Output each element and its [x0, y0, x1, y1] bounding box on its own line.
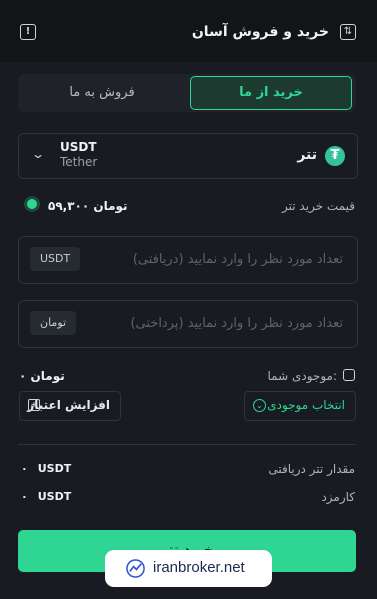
select-balance-button[interactable]: انتخاب موجودی ⌄: [244, 391, 356, 421]
coin-name: تتر: [297, 147, 317, 163]
pay-unit-badge: تومان: [30, 311, 77, 335]
chevron-down-icon: ⌄: [30, 147, 46, 161]
live-indicator-icon: [27, 199, 37, 209]
tab-sell[interactable]: فروش به ما: [22, 76, 182, 110]
balance-value: ۰ تومان: [19, 369, 65, 383]
plus-icon: +: [28, 399, 40, 411]
chevron-down-circle-icon: ⌄: [253, 399, 266, 412]
watermark-text: iranbroker.net: [153, 559, 245, 576]
page-title: خرید و فروش آسان: [191, 24, 329, 40]
received-amount-value: ۰ USDT: [21, 462, 71, 475]
select-balance-label: انتخاب موجودی: [267, 398, 345, 412]
trade-tabs: خرید از ما فروش به ما: [18, 74, 356, 112]
divider: [18, 444, 356, 445]
tether-icon: ₮: [325, 146, 345, 166]
swap-icon: ⇅: [340, 24, 356, 40]
watermark: iranbroker.net: [105, 550, 272, 587]
receive-unit-badge: USDT: [30, 247, 81, 271]
fee-unit: USDT: [37, 490, 72, 503]
fee-label: کارمزد: [321, 490, 355, 504]
received-amount-number: ۰: [21, 462, 28, 475]
tab-buy[interactable]: خرید از ما: [190, 76, 352, 110]
coin-selector[interactable]: ₮ تتر ⌄ USDT Tether: [18, 133, 358, 179]
coin-full-name: Tether: [60, 155, 98, 169]
pay-amount-placeholder: تعداد مورد نظر را وارد نمایید (پرداختی): [130, 316, 343, 331]
pay-amount-field[interactable]: تعداد مورد نظر را وارد نمایید (پرداختی) …: [18, 300, 358, 348]
received-amount-label: مقدار تتر دریافتی: [268, 462, 355, 476]
received-amount-unit: USDT: [37, 462, 72, 475]
fee-value: ۰ USDT: [21, 490, 71, 503]
fee-number: ۰: [21, 490, 28, 503]
coin-symbol: USDT: [60, 140, 97, 154]
wallet-icon: [343, 369, 355, 381]
balance-label: موجودی شما:: [267, 369, 338, 383]
info-icon[interactable]: !: [20, 24, 36, 40]
price-value: ۵۹,۳۰۰ تومان: [48, 199, 128, 213]
price-label: قیمت خرید تتر: [282, 199, 355, 213]
receive-amount-field[interactable]: تعداد مورد نظر را وارد نمایید (دریافتی) …: [18, 236, 358, 284]
receive-amount-placeholder: تعداد مورد نظر را وارد نمایید (دریافتی): [132, 252, 343, 267]
increase-credit-button[interactable]: افزایش اعتبار +: [19, 391, 121, 421]
chart-trend-icon: [126, 559, 145, 578]
